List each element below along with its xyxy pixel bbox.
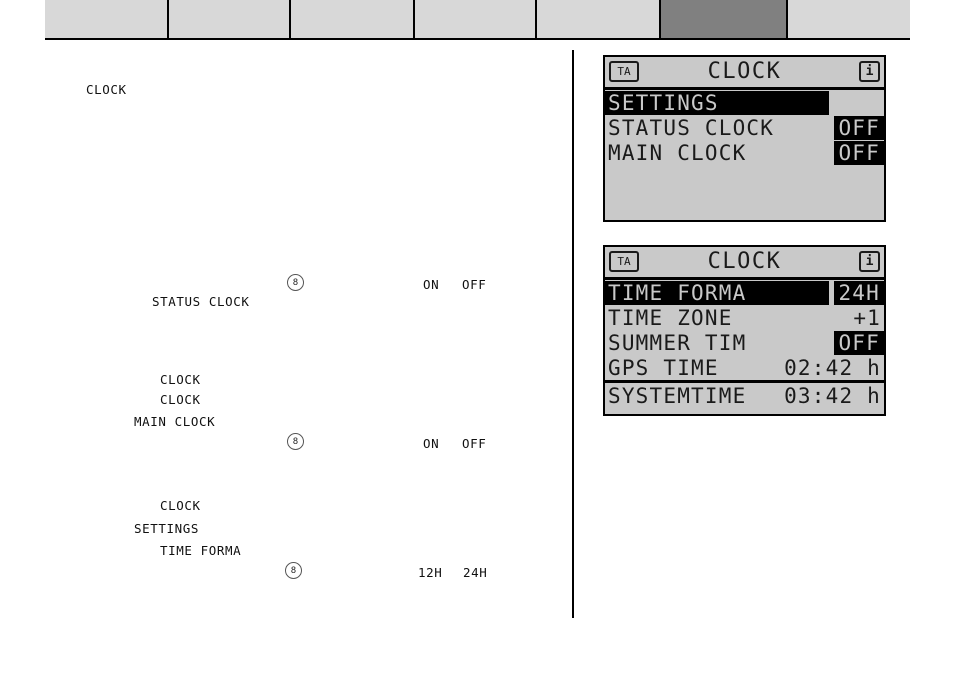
- lcd-row-label: GPS TIME: [608, 355, 719, 380]
- tab-7[interactable]: [788, 0, 910, 38]
- lcd-row-status-clock[interactable]: STATUS CLOCK OFF: [605, 115, 884, 140]
- instruction-block-2-option-on: ON: [423, 436, 440, 451]
- lcd-display-clock-main: TA CLOCK i SETTINGS STATUS CLOCK OFF MAI…: [603, 55, 886, 222]
- instruction-block-2-item: MAIN CLOCK: [134, 414, 216, 429]
- tab-6[interactable]: [661, 0, 788, 38]
- lcd-row-label: SETTINGS: [605, 90, 829, 115]
- tab-2[interactable]: [169, 0, 291, 38]
- lcd-row-gps-time[interactable]: GPS TIME 02:42 h: [605, 355, 884, 380]
- lcd-row-label: MAIN CLOCK: [608, 140, 747, 165]
- lcd-row-label: STATUS CLOCK: [608, 115, 775, 140]
- lcd-row-value: OFF: [834, 140, 884, 165]
- lcd-row-value: 24H: [834, 280, 884, 305]
- button-8-indicator-1[interactable]: 8: [287, 274, 304, 291]
- lcd-row-label: SUMMER TIM: [608, 330, 747, 355]
- lcd-row-label: SYSTEMTIME: [608, 383, 747, 408]
- instruction-block-1-option-on: ON: [423, 277, 440, 292]
- instruction-block-2-option-off: OFF: [462, 436, 487, 451]
- lcd-row-system-time[interactable]: SYSTEMTIME 03:42 h: [605, 380, 884, 408]
- instruction-block-2-path: CLOCK: [160, 392, 201, 407]
- tab-4[interactable]: [415, 0, 537, 38]
- instruction-block-1-option-off: OFF: [462, 277, 487, 292]
- tab-3[interactable]: [291, 0, 415, 38]
- lcd-row-main-clock[interactable]: MAIN CLOCK OFF: [605, 140, 884, 165]
- lcd-row-value: OFF: [834, 115, 884, 140]
- tab-1[interactable]: [45, 0, 169, 38]
- lcd-row-value: 02:42 h: [784, 355, 881, 380]
- instruction-block-3-path-2: SETTINGS: [134, 521, 200, 536]
- lcd-row-value: OFF: [834, 330, 884, 355]
- lcd-header-2: TA CLOCK i: [605, 247, 884, 280]
- lcd-row-value: 03:42 h: [784, 383, 881, 408]
- lcd-row-value: +1: [853, 305, 881, 330]
- lcd-header-1: TA CLOCK i: [605, 57, 884, 90]
- tab-bar: [45, 0, 910, 40]
- lcd-row-summer-time[interactable]: SUMMER TIM OFF: [605, 330, 884, 355]
- instruction-block-3-item: TIME FORMA: [160, 543, 242, 558]
- page-title: CLOCK: [86, 82, 127, 97]
- button-8-indicator-3[interactable]: 8: [285, 562, 302, 579]
- instruction-block-3-path: CLOCK: [160, 498, 201, 513]
- info-icon: i: [859, 251, 880, 272]
- lcd-display-clock-settings: TA CLOCK i TIME FORMA 24H TIME ZONE +1 S…: [603, 245, 886, 416]
- lcd-row-settings[interactable]: SETTINGS: [605, 90, 884, 115]
- lcd-row-label: TIME FORMA: [605, 280, 829, 305]
- instruction-block-3-option-12h: 12H: [418, 565, 443, 580]
- instruction-block-1-item: STATUS CLOCK: [152, 294, 250, 309]
- instruction-block-1-path: CLOCK: [160, 372, 201, 387]
- lcd-row-time-zone[interactable]: TIME ZONE +1: [605, 305, 884, 330]
- button-8-indicator-2[interactable]: 8: [287, 433, 304, 450]
- lcd-row-label: TIME ZONE: [608, 305, 733, 330]
- lcd-title-1: CLOCK: [707, 59, 782, 84]
- instructions-column: CLOCK CLOCK STATUS CLOCK 8 ON OFF CLOCK …: [0, 40, 572, 674]
- lcd-body-2: TIME FORMA 24H TIME ZONE +1 SUMMER TIM O…: [605, 280, 884, 408]
- instruction-block-3-option-24h: 24H: [463, 565, 488, 580]
- lcd-row-time-format[interactable]: TIME FORMA 24H: [605, 280, 884, 305]
- column-divider: [572, 50, 574, 618]
- lcd-title-2: CLOCK: [707, 249, 782, 274]
- lcd-body-1: SETTINGS STATUS CLOCK OFF MAIN CLOCK OFF: [605, 90, 884, 165]
- tab-5[interactable]: [537, 0, 661, 38]
- info-icon: i: [859, 61, 880, 82]
